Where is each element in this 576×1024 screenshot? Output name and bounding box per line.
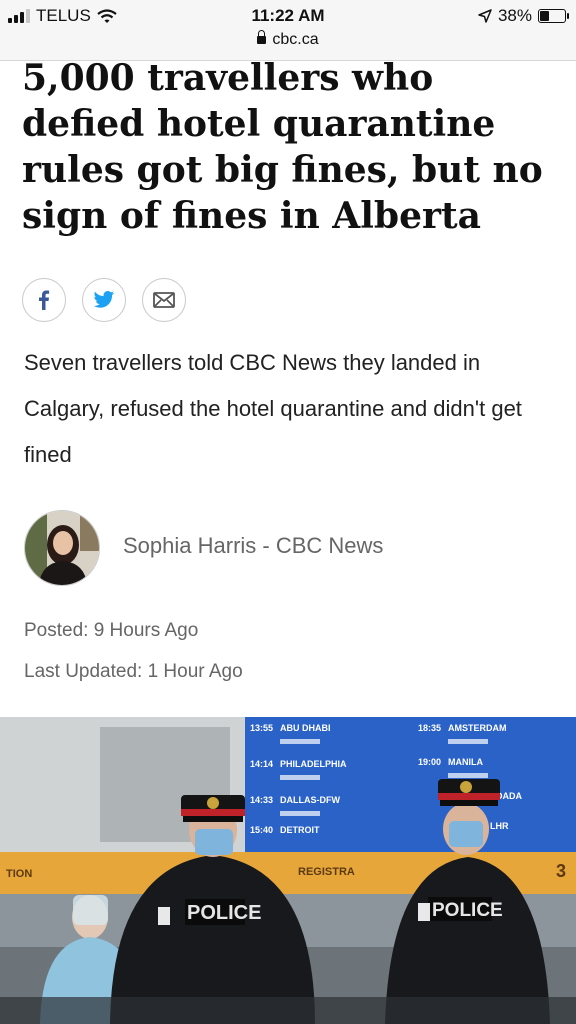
- email-icon: [153, 292, 175, 308]
- board-destination: MANILA: [448, 757, 483, 767]
- article-headline: 5,000 travellers who defied hotel quaran…: [22, 57, 543, 237]
- board-time: 19:00: [418, 757, 441, 767]
- twitter-icon: [93, 291, 115, 308]
- police-vest-label: POLICE: [432, 900, 503, 921]
- counter-sign: 3: [556, 861, 566, 881]
- board-destination: LHR: [490, 821, 509, 831]
- board-time: 13:55: [250, 723, 273, 733]
- board-destination: DETROIT: [280, 825, 320, 835]
- board-destination: AMSTERDAM: [448, 723, 507, 733]
- author-byline[interactable]: Sophia Harris - CBC News: [123, 533, 383, 559]
- location-arrow-icon: [478, 9, 492, 23]
- address-bar[interactable]: cbc.ca: [0, 30, 576, 49]
- police-vest-label: POLICE: [187, 902, 261, 924]
- posted-date: Posted: 9 Hours Ago: [24, 620, 199, 641]
- board-time: 14:14: [250, 759, 273, 769]
- article-photo: 13:55 ABU DHABI 14:14 PHILADELPHIA 14:33…: [0, 717, 576, 1024]
- email-share-button[interactable]: [142, 278, 186, 322]
- twitter-share-button[interactable]: [82, 278, 126, 322]
- updated-date: Last Updated: 1 Hour Ago: [24, 661, 243, 682]
- url-text: cbc.ca: [272, 31, 319, 48]
- status-right: 38%: [478, 6, 569, 26]
- facebook-share-button[interactable]: [22, 278, 66, 322]
- counter-sign: REGISTRA: [298, 866, 355, 878]
- battery-icon: [538, 9, 569, 23]
- status-bar: TELUS 11:22 AM cbc.ca 38%: [0, 0, 576, 61]
- lock-icon: [257, 30, 267, 44]
- board-time: 15:40: [250, 825, 273, 835]
- board-time: 14:33: [250, 795, 273, 805]
- share-bar: [22, 278, 186, 322]
- article-deck: Seven travellers told CBC News they land…: [24, 350, 522, 467]
- board-destination: ABU DHABI: [280, 723, 331, 733]
- facebook-icon: [39, 290, 50, 310]
- board-time: 18:35: [418, 723, 441, 733]
- counter-sign: TION: [6, 868, 32, 880]
- author-avatar[interactable]: [24, 510, 100, 586]
- board-destination: PHILADELPHIA: [280, 759, 347, 769]
- board-destination: DALLAS-DFW: [280, 795, 340, 805]
- battery-percent: 38%: [497, 6, 532, 25]
